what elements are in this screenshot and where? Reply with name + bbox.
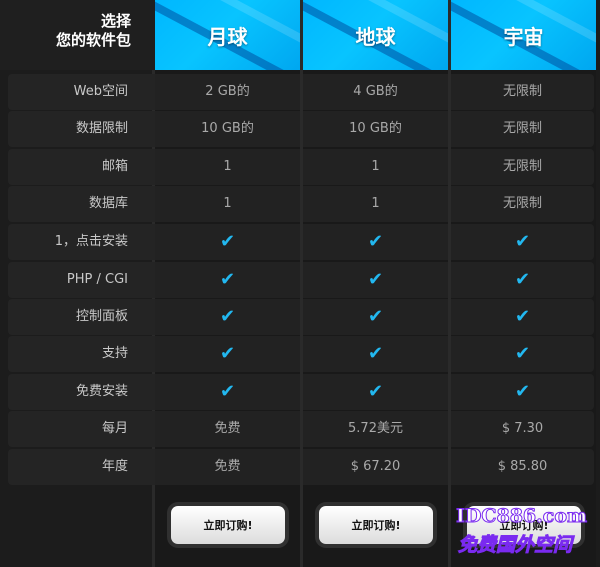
row-label: 邮箱: [8, 149, 155, 185]
plan-name: 地球: [355, 24, 396, 49]
row-value: 1: [155, 149, 300, 185]
table-row: 控制面板 ✔ ✔ ✔: [0, 299, 600, 335]
check-icon: ✔: [451, 299, 594, 335]
plan-header-earth: 地球: [303, 0, 448, 70]
row-value: 无限制: [451, 186, 594, 222]
price-value: $ 85.80: [451, 449, 594, 485]
row-value: 10 GB的: [155, 111, 300, 147]
check-icon: ✔: [451, 374, 594, 410]
row-label: 1，点击安装: [8, 224, 155, 260]
table-title: 选择 您的软件包: [0, 0, 155, 70]
check-icon: ✔: [451, 224, 594, 260]
row-label: 免费安装: [8, 374, 155, 410]
row-label: 年度: [8, 449, 155, 485]
row-value: 无限制: [451, 74, 594, 110]
row-label: 数据限制: [8, 111, 155, 147]
row-value: 无限制: [451, 111, 594, 147]
price-value: 免费: [155, 449, 300, 485]
row-label: 支持: [8, 336, 155, 372]
order-button-earth[interactable]: 立即订购!: [319, 506, 433, 544]
plan-header-moon: 月球: [155, 0, 300, 70]
table-row: 支持 ✔ ✔ ✔: [0, 336, 600, 372]
table-row: 年度 免费 $ 67.20 $ 85.80: [0, 449, 600, 485]
table-row: 1，点击安装 ✔ ✔ ✔: [0, 224, 600, 260]
price-value: $ 67.20: [303, 449, 448, 485]
pricing-table: 选择 您的软件包 月球 地球 宇宙 Web空间 2 GB的 4 GB的 无限制 …: [0, 0, 600, 567]
price-value: 5.72美元: [303, 411, 448, 447]
title-line-1: 选择: [100, 12, 131, 30]
order-button-moon[interactable]: 立即订购!: [171, 506, 285, 544]
table-row: PHP / CGI ✔ ✔ ✔: [0, 262, 600, 298]
row-label: 数据库: [8, 186, 155, 222]
row-value: 1: [303, 149, 448, 185]
table-row: 每月 免费 5.72美元 $ 7.30: [0, 411, 600, 447]
row-label: 每月: [8, 411, 155, 447]
row-label: 控制面板: [8, 299, 155, 335]
check-icon: ✔: [451, 336, 594, 372]
plan-name: 宇宙: [503, 24, 544, 49]
row-value: 1: [303, 186, 448, 222]
watermark-text: IDC886.com: [455, 505, 588, 528]
row-value: 无限制: [451, 149, 594, 185]
check-icon: ✔: [303, 336, 448, 372]
plan-name: 月球: [207, 24, 248, 49]
row-value: 1: [155, 186, 300, 222]
row-value: 2 GB的: [155, 74, 300, 110]
row-label: PHP / CGI: [8, 262, 155, 298]
check-icon: ✔: [303, 262, 448, 298]
table-row: 数据库 1 1 无限制: [0, 186, 600, 222]
row-label: Web空间: [8, 74, 155, 110]
check-icon: ✔: [155, 299, 300, 335]
plan-header-universe: 宇宙: [451, 0, 596, 70]
check-icon: ✔: [451, 262, 594, 298]
check-icon: ✔: [155, 336, 300, 372]
check-icon: ✔: [155, 224, 300, 260]
row-value: 10 GB的: [303, 111, 448, 147]
check-icon: ✔: [155, 262, 300, 298]
table-row: 数据限制 10 GB的 10 GB的 无限制: [0, 111, 600, 147]
watermark-subtext: 免费国外空间: [457, 534, 573, 557]
table-row: Web空间 2 GB的 4 GB的 无限制: [0, 74, 600, 110]
row-value: 4 GB的: [303, 74, 448, 110]
check-icon: ✔: [303, 374, 448, 410]
table-row: 免费安装 ✔ ✔ ✔: [0, 374, 600, 410]
table-row: 邮箱 1 1 无限制: [0, 149, 600, 185]
title-line-2: 您的软件包: [55, 31, 131, 49]
check-icon: ✔: [303, 299, 448, 335]
check-icon: ✔: [303, 224, 448, 260]
price-value: $ 7.30: [451, 411, 594, 447]
check-icon: ✔: [155, 374, 300, 410]
price-value: 免费: [155, 411, 300, 447]
